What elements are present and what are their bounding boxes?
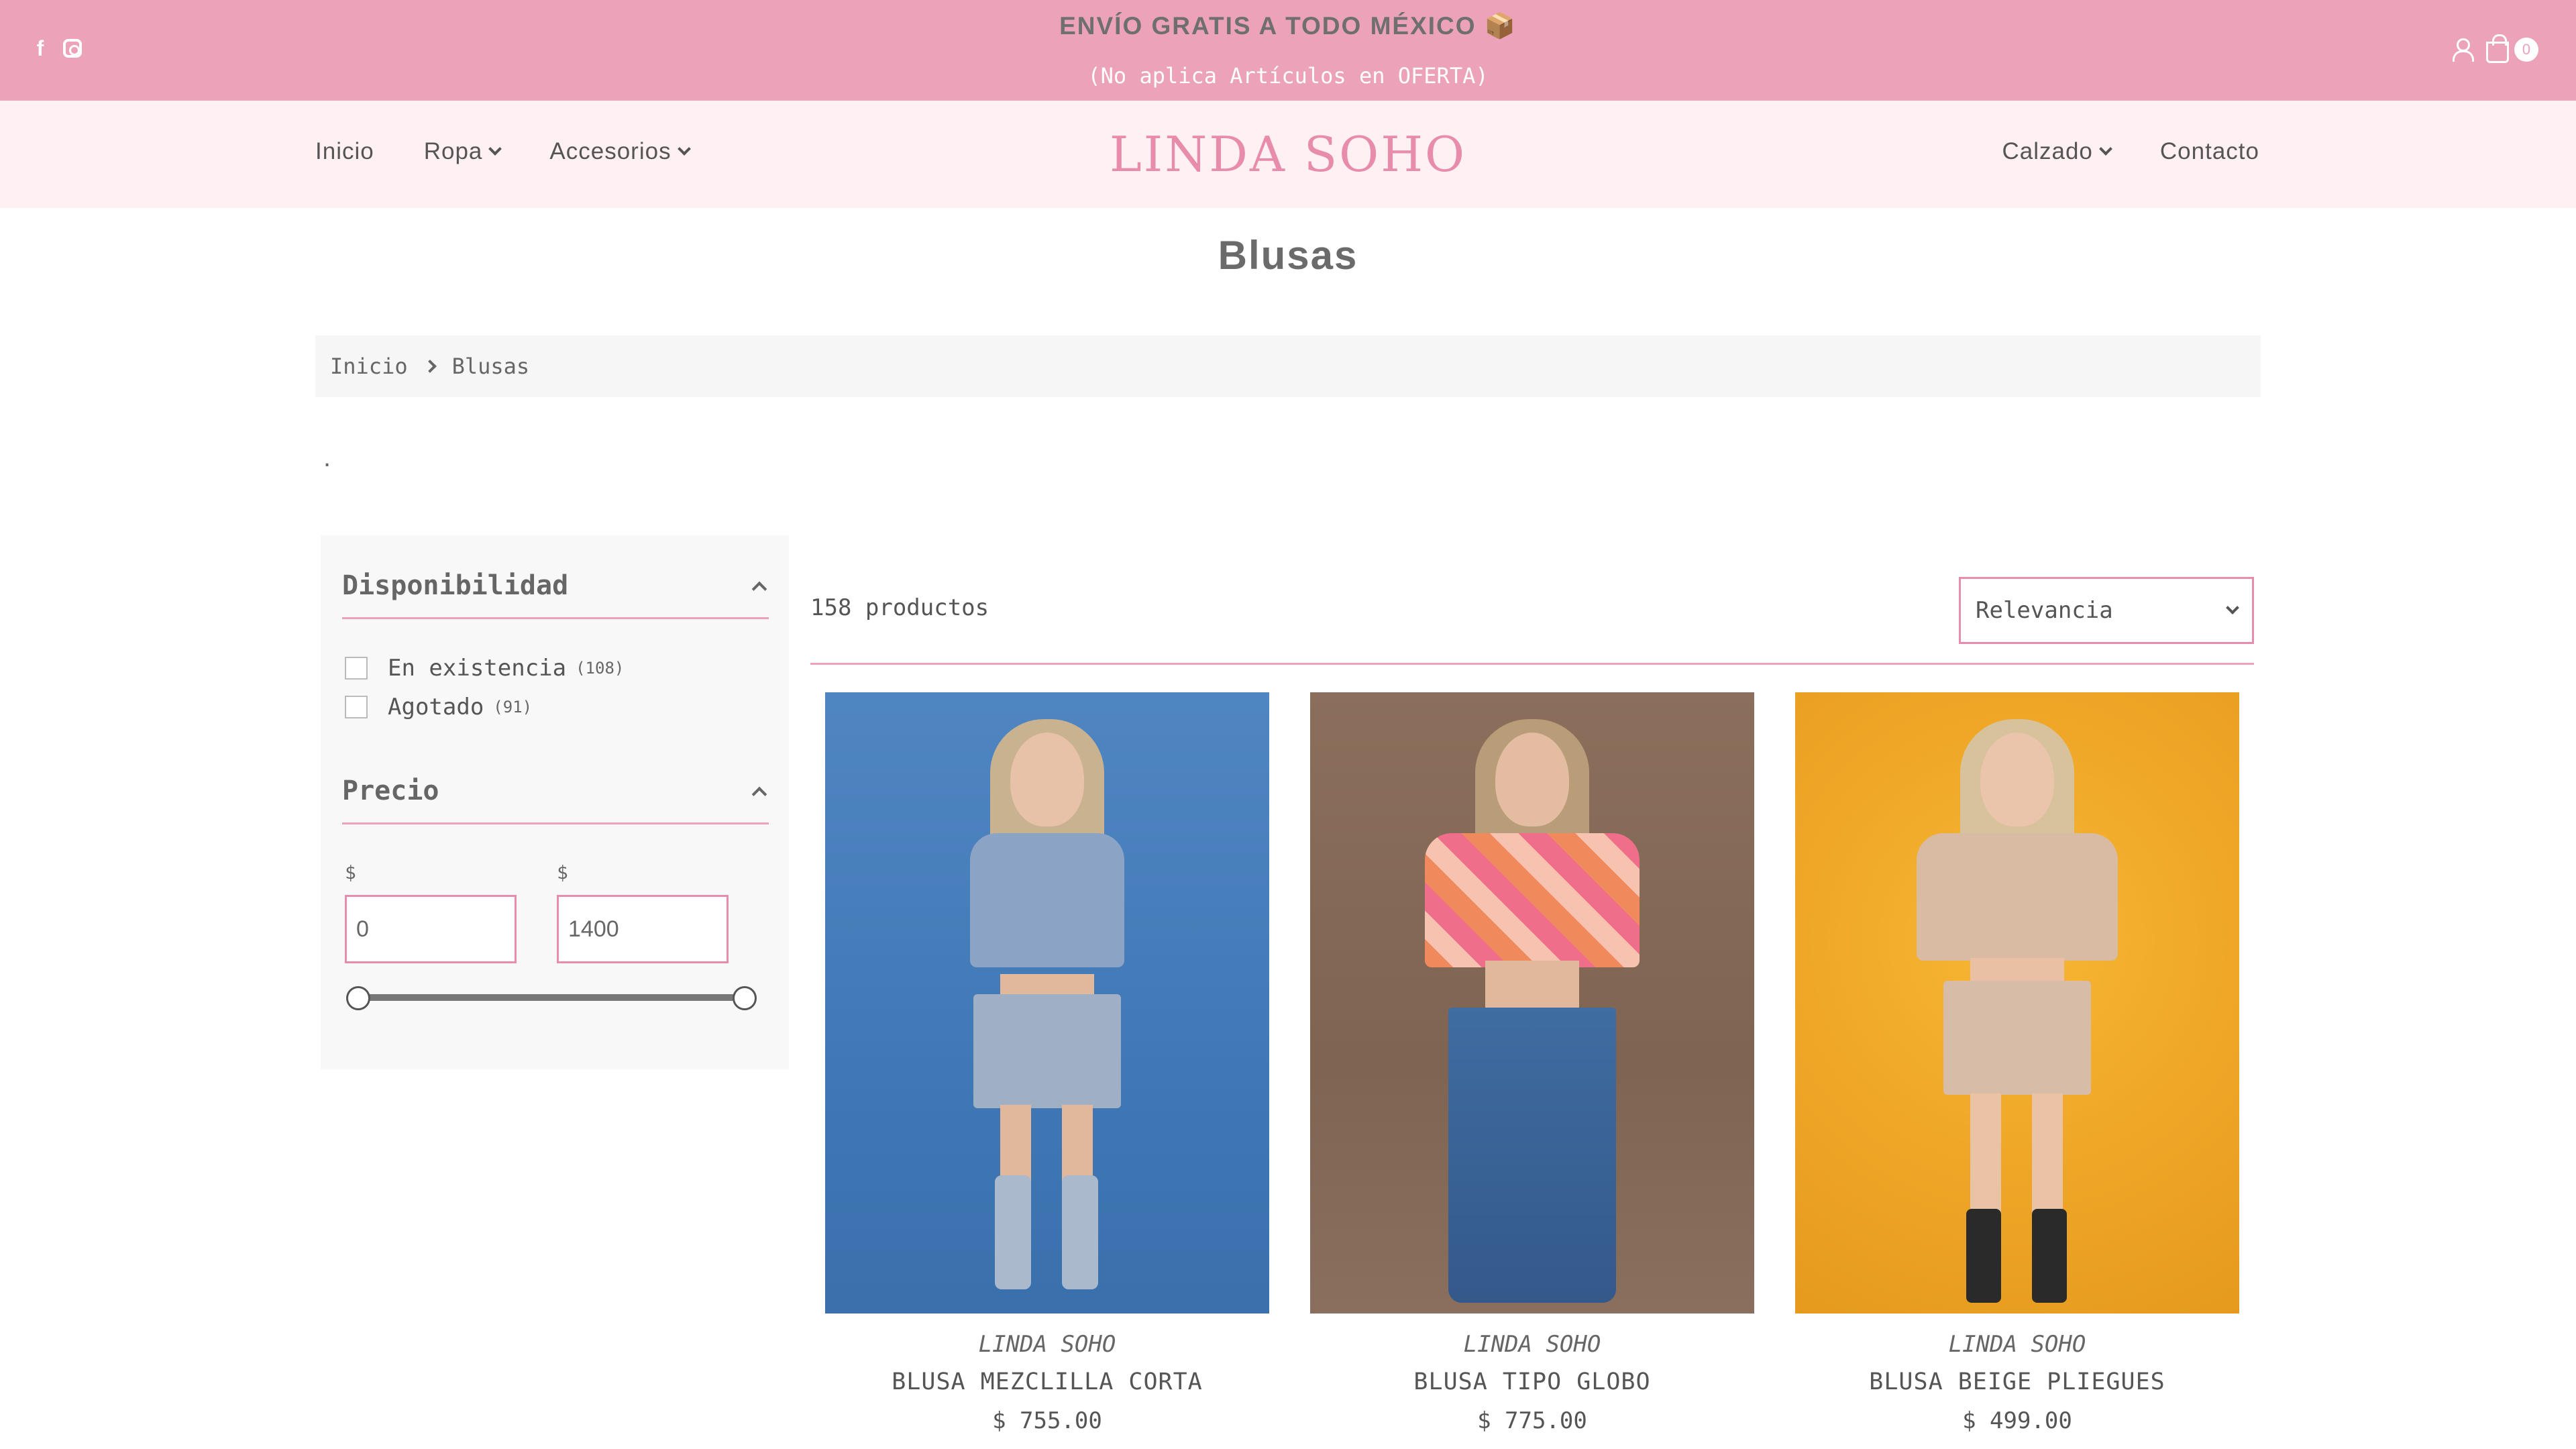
product-name[interactable]: BLUSA TIPO GLOBO [1310, 1368, 1754, 1395]
nav-item-calzado[interactable]: Calzado [2002, 138, 2112, 165]
availability-filter-title: Disponibilidad [342, 570, 569, 601]
filter-option-count: (91) [493, 698, 533, 716]
nav-label: Calzado [2002, 138, 2093, 164]
product-name[interactable]: BLUSA MEZCLILLA CORTA [825, 1368, 1269, 1395]
product-brand[interactable]: LINDA SOHO [1310, 1331, 1754, 1358]
availability-filter-header[interactable]: Disponibilidad [342, 570, 769, 619]
product-brand[interactable]: LINDA SOHO [1795, 1331, 2239, 1358]
breadcrumb-home-link[interactable]: Inicio [330, 354, 408, 379]
breadcrumb: Inicio Blusas [315, 335, 2261, 397]
cart-count-badge[interactable]: 0 [2514, 38, 2538, 62]
chevron-down-icon [2099, 142, 2112, 156]
product-image[interactable] [825, 692, 1269, 1313]
site-header: Inicio Ropa Accesorios LINDA SOHO Calzad… [0, 101, 2576, 208]
filter-option-label: Agotado [388, 694, 484, 720]
sort-select[interactable]: Relevancia [1959, 577, 2254, 644]
model-boot-left [995, 1175, 1031, 1289]
model-face [1495, 733, 1569, 826]
product-image[interactable] [1795, 692, 2239, 1313]
announcement-bar: f ENVÍO GRATIS A TODO MÉXICO 📦 (No aplic… [0, 0, 2576, 101]
model-top [970, 833, 1124, 967]
nav-label: Contacto [2159, 138, 2259, 164]
account-cart: 0 [2451, 34, 2538, 63]
price-max-input[interactable] [557, 895, 729, 963]
chevron-right-icon [423, 360, 437, 373]
collection-description: . [323, 443, 331, 472]
price-slider-min-handle[interactable] [346, 986, 370, 1010]
in-stock-checkbox[interactable] [345, 657, 368, 680]
page-title: Blusas [1218, 233, 1358, 278]
price-filter-title: Precio [342, 775, 439, 806]
model-top [1917, 833, 2118, 961]
model-jeans [1448, 1008, 1616, 1303]
product-price: $ 755.00 [992, 1407, 1102, 1434]
filter-option-sold-out[interactable]: Agotado (91) [345, 694, 532, 720]
model-face [1010, 733, 1084, 826]
chevron-down-icon [2226, 601, 2239, 614]
nav-right: Calzado Contacto [2002, 138, 2259, 165]
price-min-input[interactable] [345, 895, 517, 963]
instagram-icon[interactable] [63, 39, 82, 58]
announcement-note: (No aplica Artículos en OFERTA) [1087, 63, 1489, 89]
model-leg-left [1970, 1093, 2001, 1214]
model-skirt [973, 994, 1121, 1108]
account-icon[interactable] [2451, 38, 2474, 62]
sort-selected-value: Relevancia [1976, 597, 2113, 624]
cart-icon[interactable] [2486, 34, 2509, 63]
model-top [1425, 833, 1640, 967]
nav-item-contacto[interactable]: Contacto [2160, 138, 2259, 165]
filters-sidebar: Disponibilidad En existencia (108) Agota… [321, 535, 789, 1069]
filter-option-label: En existencia [388, 655, 567, 682]
product-card[interactable]: LINDA SOHO BLUSA MEZCLILLA CORTA $ 755.0… [825, 692, 1269, 1434]
price-max-currency: $ [557, 861, 568, 883]
product-image[interactable] [1310, 692, 1754, 1313]
product-count: 158 productos [810, 594, 989, 621]
model-skin [1485, 961, 1579, 1014]
product-card[interactable]: LINDA SOHO BLUSA BEIGE PLIEGUES $ 499.00 [1795, 692, 2239, 1434]
product-price: $ 775.00 [1477, 1407, 1587, 1434]
model-shorts [1943, 981, 2091, 1095]
product-card[interactable]: LINDA SOHO BLUSA TIPO GLOBO $ 775.00 [1310, 692, 1754, 1434]
product-brand[interactable]: LINDA SOHO [825, 1331, 1269, 1358]
product-name[interactable]: BLUSA BEIGE PLIEGUES [1795, 1368, 2239, 1395]
announcement-shipping: ENVÍO GRATIS A TODO MÉXICO 📦 [1059, 12, 1517, 40]
breadcrumb-current: Blusas [451, 354, 530, 379]
price-filter-header[interactable]: Precio [342, 775, 769, 824]
filter-option-in-stock[interactable]: En existencia (108) [345, 655, 624, 682]
chevron-up-icon [751, 581, 767, 597]
price-min-currency: $ [345, 861, 356, 883]
model-leg-right [1062, 1105, 1093, 1185]
model-boot-right [1062, 1175, 1098, 1289]
price-slider-max-handle[interactable] [733, 986, 757, 1010]
filter-option-count: (108) [576, 659, 625, 678]
sold-out-checkbox[interactable] [345, 696, 368, 718]
model-face [1980, 733, 2054, 826]
model-boot-right [2032, 1209, 2067, 1303]
model-leg-right [2032, 1093, 2063, 1214]
products-divider [810, 663, 2254, 665]
model-boot-left [1966, 1209, 2001, 1303]
price-slider-track[interactable] [360, 994, 746, 1001]
product-price: $ 499.00 [1962, 1407, 2072, 1434]
chevron-up-icon [751, 786, 767, 802]
model-leg-left [1000, 1105, 1031, 1185]
